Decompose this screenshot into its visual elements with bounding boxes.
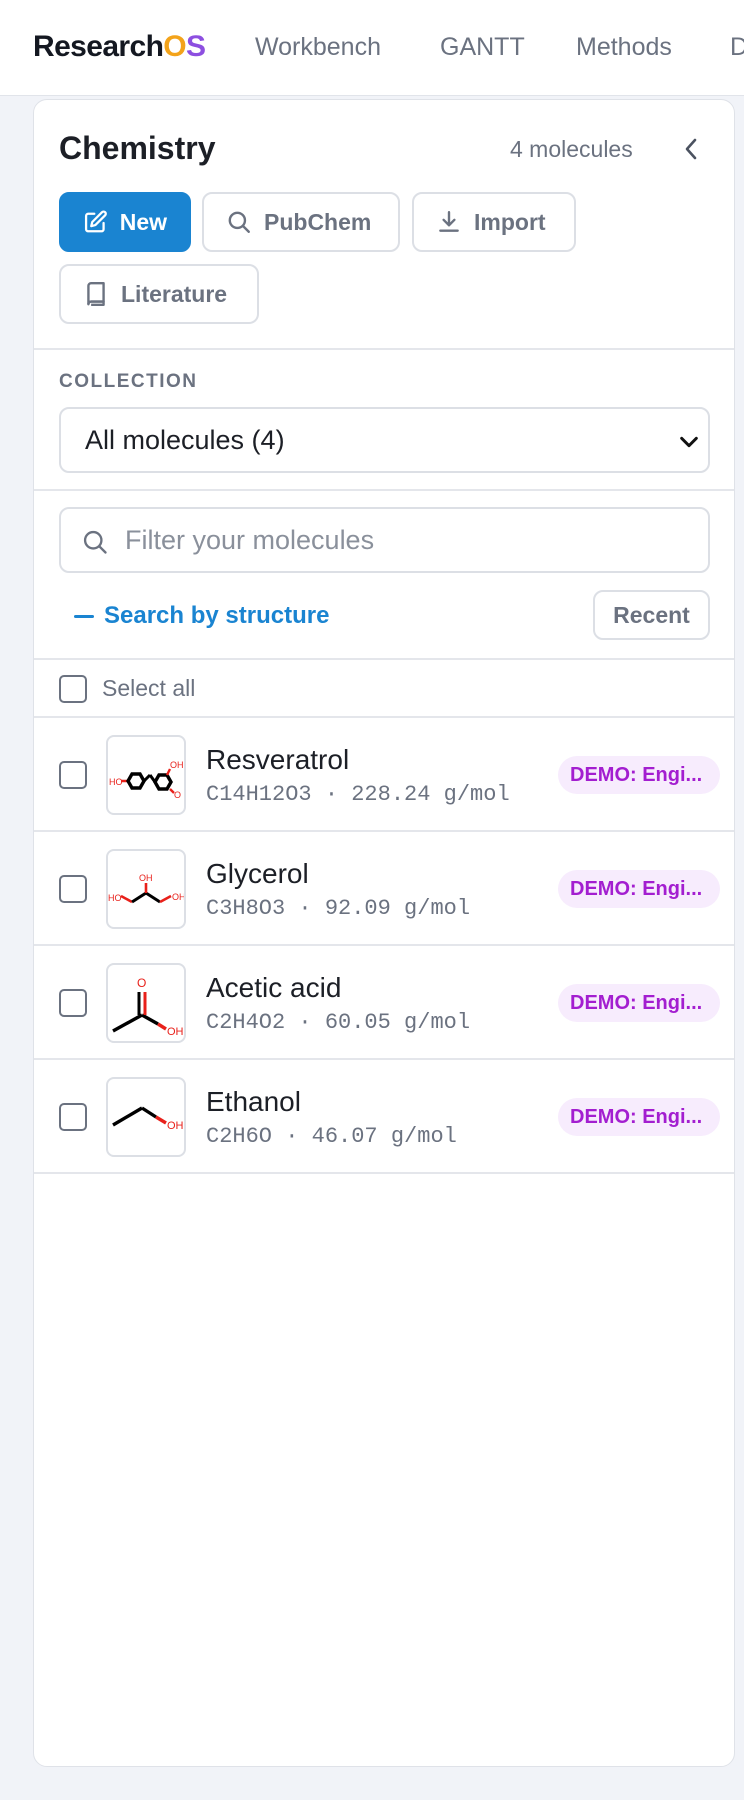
project-tag[interactable]: DEMO: Engi...	[558, 870, 720, 908]
divider	[34, 348, 734, 350]
recent-sort-button[interactable]: Recent	[593, 590, 710, 640]
molecule-row[interactable]: OH O Acetic acid C2H4O2 · 60.05 g/mol DE…	[34, 946, 734, 1060]
row-checkbox[interactable]	[59, 1103, 87, 1131]
molecule-name: Resveratrol	[206, 744, 350, 775]
download-icon	[439, 211, 459, 232]
molecule-meta: C2H4O2 · 60.05 g/mol	[206, 1010, 471, 1035]
search-by-structure-label: Search by structure	[104, 602, 330, 629]
molecule-meta: C2H6O · 46.07 g/mol	[206, 1124, 457, 1149]
chemistry-panel: Chemistry 4 molecules New PubChem Import…	[33, 99, 735, 1767]
collapse-panel-button[interactable]	[674, 134, 708, 164]
molecule-mass: 46.07 g/mol	[311, 1124, 457, 1149]
molecule-formula: C3H8O3	[206, 896, 286, 921]
new-molecule-button[interactable]: New	[59, 192, 191, 252]
molecule-row[interactable]: HO OH OH Glycerol C3H8O3 · 92.09 g/mol D…	[34, 832, 734, 946]
project-tag[interactable]: DEMO: Engi...	[558, 984, 720, 1022]
pubchem-button[interactable]: PubChem	[202, 192, 400, 252]
molecule-mass: 92.09 g/mol	[324, 896, 471, 921]
literature-button-label: Literature	[121, 280, 228, 307]
molecule-name: Ethanol	[206, 1086, 301, 1117]
search-by-structure-link[interactable]: Search by structure	[74, 602, 329, 630]
chevron-down-icon	[680, 436, 698, 448]
panel-title: Chemistry	[59, 130, 216, 166]
molecule-mass: 228.24 g/mol	[351, 782, 510, 807]
brand-text: Research	[33, 30, 164, 63]
svg-text:O: O	[137, 976, 146, 990]
resveratrol-structure-icon: HO OH O	[109, 760, 184, 800]
pubchem-button-label: PubChem	[264, 208, 372, 235]
row-checkbox[interactable]	[59, 761, 87, 789]
nav-next-item[interactable]: D	[730, 33, 744, 62]
project-tag[interactable]: DEMO: Engi...	[558, 1098, 720, 1136]
divider	[34, 658, 734, 660]
structure-thumbnail-glycerol: HO OH OH	[106, 849, 186, 929]
molecule-formula: C14H12O3	[206, 782, 312, 807]
structure-thumbnail-resveratrol: HO OH O	[106, 735, 186, 815]
search-icon	[83, 530, 107, 554]
brand-text-s: S	[186, 30, 206, 63]
import-button-label: Import	[474, 208, 546, 235]
brand-logo[interactable]: ResearchOS	[33, 30, 206, 64]
svg-text:HO: HO	[108, 893, 122, 903]
top-nav-bar: ResearchOS Workbench GANTT Methods D	[0, 0, 744, 96]
minus-icon	[74, 614, 94, 618]
select-all-checkbox[interactable]	[59, 675, 87, 703]
nav-workbench[interactable]: Workbench	[255, 33, 381, 62]
molecule-count: 4 molecules	[510, 136, 633, 162]
svg-text:OH: OH	[172, 892, 186, 902]
chevron-left-icon	[685, 138, 697, 160]
glycerol-structure-icon: HO OH OH	[108, 873, 186, 904]
acetic-acid-structure-icon: OH O	[112, 976, 184, 1038]
row-checkbox[interactable]	[59, 875, 87, 903]
molecule-meta: C3H8O3 · 92.09 g/mol	[206, 896, 471, 921]
svg-text:OH: OH	[167, 1026, 184, 1038]
molecule-name: Glycerol	[206, 858, 309, 889]
brand-text-o: O	[163, 30, 187, 63]
collection-select-value: All molecules (4)	[85, 424, 285, 455]
row-checkbox[interactable]	[59, 989, 87, 1017]
molecule-row[interactable]: OH Ethanol C2H6O · 46.07 g/mol DEMO: Eng…	[34, 1060, 734, 1174]
svg-text:OH: OH	[139, 873, 153, 883]
filter-input[interactable]: Filter your molecules	[59, 507, 710, 573]
structure-thumbnail-acetic-acid: OH O	[106, 963, 186, 1043]
book-icon	[87, 281, 105, 307]
molecule-mass: 60.05 g/mol	[324, 1010, 471, 1035]
search-icon	[228, 211, 250, 233]
svg-text:HO: HO	[109, 777, 123, 787]
structure-thumbnail-ethanol: OH	[106, 1077, 186, 1157]
molecule-formula: C2H4O2	[206, 1010, 286, 1035]
nav-gantt[interactable]: GANTT	[440, 33, 525, 62]
project-tag[interactable]: DEMO: Engi...	[558, 756, 720, 794]
edit-icon	[84, 210, 107, 233]
import-button[interactable]: Import	[412, 192, 576, 252]
svg-text:OH: OH	[170, 760, 184, 770]
svg-text:O: O	[174, 790, 181, 800]
nav-methods[interactable]: Methods	[576, 33, 672, 62]
filter-placeholder: Filter your molecules	[125, 524, 375, 555]
molecule-meta: C14H12O3 · 228.24 g/mol	[206, 782, 510, 807]
collection-label: COLLECTION	[59, 371, 198, 392]
molecule-name: Acetic acid	[206, 972, 342, 1003]
molecule-row[interactable]: HO OH O Resveratrol C14H12O3 · 228.24 g/…	[34, 718, 734, 832]
new-button-label: New	[119, 208, 167, 235]
molecule-formula: C2H6O	[206, 1124, 273, 1149]
collection-select[interactable]: All molecules (4)	[59, 407, 710, 473]
literature-button[interactable]: Literature	[59, 264, 259, 324]
select-all-label: Select all	[102, 675, 196, 701]
divider	[34, 489, 734, 491]
ethanol-structure-icon: OH	[112, 1106, 184, 1132]
svg-text:OH: OH	[167, 1120, 184, 1132]
